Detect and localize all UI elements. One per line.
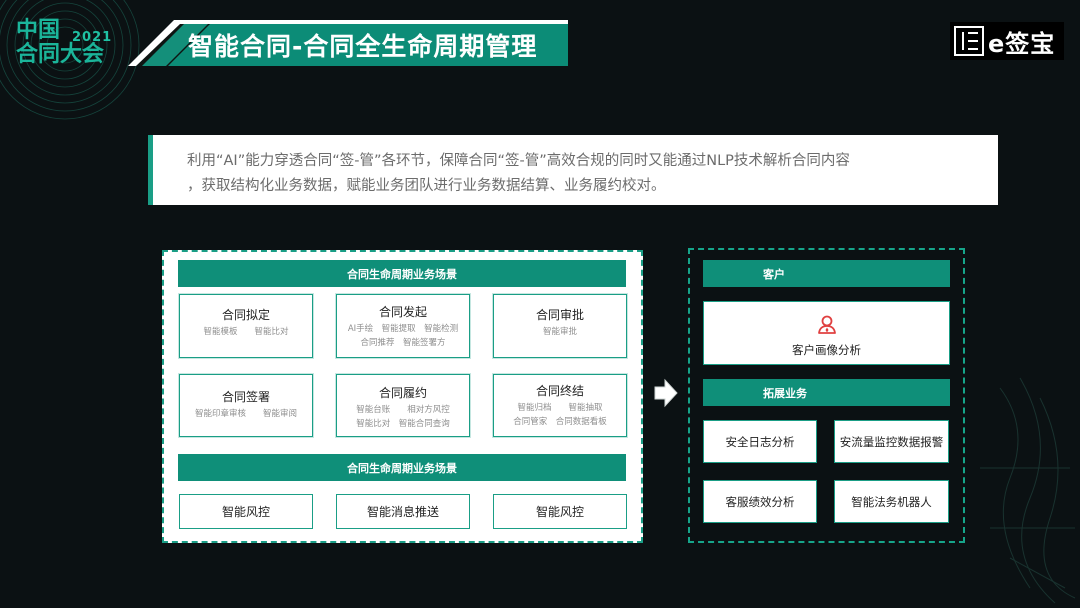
- card-contract-performance[interactable]: 合同履约 智能台账 相对方风控 智能比对 智能合同查询: [336, 374, 470, 437]
- card-features: 智能印章审核 智能审阅: [194, 409, 297, 419]
- lifecycle-header-top: 合同生命周期业务场景: [178, 260, 626, 287]
- card-features: 合同推荐 智能签署方: [360, 338, 446, 348]
- bottom-item-message-push[interactable]: 智能消息推送: [336, 494, 470, 529]
- user-icon: [817, 315, 836, 334]
- customer-portrait-label: 客户画像分析: [792, 343, 861, 357]
- extend-item-security-log[interactable]: 安全日志分析: [703, 420, 817, 463]
- card-title: 合同审批: [535, 308, 584, 322]
- event-logo: 中国 2021 合同大会: [16, 18, 126, 66]
- card-title: 合同拟定: [221, 308, 270, 322]
- card-features: 智能模板 智能比对: [203, 327, 289, 337]
- card-contract-draft[interactable]: 合同拟定 智能模板 智能比对: [179, 294, 313, 358]
- event-logo-year: 2021: [72, 30, 113, 45]
- card-features: 智能台账 相对方风控: [356, 405, 450, 415]
- description-line1: 利用“AI”能力穿透合同“签-管”各环节，保障合同“签-管”高效合规的同时又能通…: [187, 153, 850, 169]
- extend-item-legal-robot[interactable]: 智能法务机器人: [834, 480, 949, 523]
- card-features: 智能审批: [542, 327, 577, 337]
- lifecycle-header-bottom: 合同生命周期业务场景: [178, 454, 626, 481]
- extend-business-header: 拓展业务: [703, 379, 950, 406]
- card-title: 合同终结: [535, 384, 584, 398]
- arrow-right-icon: [654, 378, 678, 408]
- customer-portrait-card[interactable]: 客户画像分析: [703, 301, 950, 365]
- card-contract-sign[interactable]: 合同签署 智能印章审核 智能审阅: [179, 374, 313, 437]
- page-title: 智能合同-合同全生命周期管理: [188, 32, 538, 61]
- card-features: 合同管家 合同数据看板: [513, 417, 607, 427]
- card-features: 智能比对 智能合同查询: [356, 419, 450, 429]
- description-box: 利用“AI”能力穿透合同“签-管”各环节，保障合同“签-管”高效合规的同时又能通…: [148, 135, 998, 205]
- brand-name: e签宝: [988, 29, 1056, 58]
- extend-item-service-performance[interactable]: 客服绩效分析: [703, 480, 817, 523]
- extend-item-traffic-monitor[interactable]: 安流量监控数据报警: [834, 420, 949, 463]
- card-contract-termination[interactable]: 合同终结 智能归档 智能抽取 合同管家 合同数据看板: [493, 374, 627, 437]
- card-contract-initiate[interactable]: 合同发起 AI手绘 智能提取 智能检测 合同推荐 智能签署方: [336, 294, 470, 358]
- customer-header: 客户: [703, 260, 950, 287]
- description-line2: ，获取结构化业务数据，赋能业务团队进行业务数据结算、业务履约校对。: [187, 178, 666, 194]
- card-title: 合同签署: [221, 390, 270, 404]
- event-logo-line1: 中国: [16, 17, 61, 43]
- bottom-item-risk-control[interactable]: 智能风控: [179, 494, 313, 529]
- card-features: 智能归档 智能抽取: [517, 403, 603, 413]
- card-features: AI手绘 智能提取 智能检测: [347, 324, 459, 334]
- card-title: 合同发起: [378, 305, 427, 319]
- card-contract-approval[interactable]: 合同审批 智能审批: [493, 294, 627, 358]
- e-sign-logo-icon: [954, 26, 984, 56]
- bottom-item-risk-control-2[interactable]: 智能风控: [493, 494, 627, 529]
- card-title: 合同履约: [378, 386, 427, 400]
- brand-logo: e签宝: [950, 22, 1064, 60]
